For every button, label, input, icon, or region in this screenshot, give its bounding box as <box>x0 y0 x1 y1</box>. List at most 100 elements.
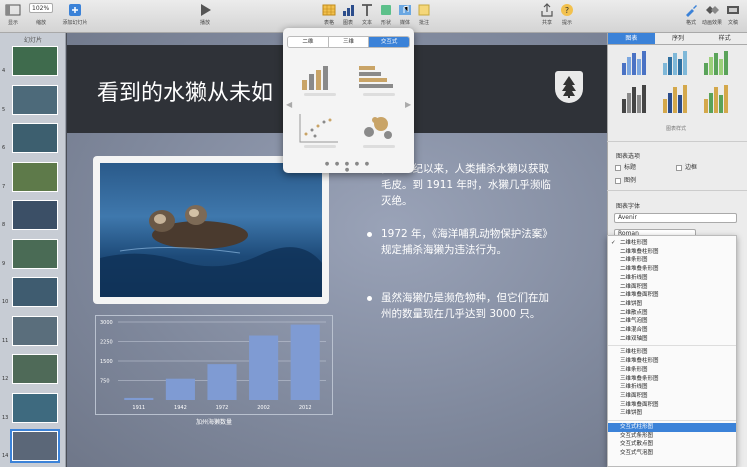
slide-thumbnail[interactable] <box>12 238 58 269</box>
menu-item[interactable]: 二维散点图 <box>608 309 736 318</box>
menu-item[interactable]: 二维面积图 <box>608 283 736 292</box>
menu-item[interactable]: 二维双轴图 <box>608 335 736 344</box>
tips-button[interactable]: ? 提示 <box>552 3 582 26</box>
menu-item[interactable]: 三维折线图 <box>608 383 736 392</box>
menu-item[interactable]: 二维折线图 <box>608 274 736 283</box>
interactive-scatter-chart-option[interactable] <box>296 110 346 150</box>
comment-icon <box>418 4 430 16</box>
add-slide-button[interactable]: 添加幻灯片 <box>60 3 90 26</box>
otter-photo <box>100 163 322 297</box>
y-tick-label: 3000 <box>100 320 113 326</box>
menu-item[interactable]: 三维面积图 <box>608 392 736 401</box>
slide-thumbnail[interactable] <box>12 123 58 153</box>
slide-number: 4 <box>2 68 6 74</box>
x-tick-label: 2002 <box>257 405 270 411</box>
y-tick-label: 2250 <box>100 340 113 346</box>
chart-bar[interactable] <box>124 397 154 400</box>
slide-thumbnail[interactable] <box>10 429 60 463</box>
menu-item[interactable]: 交互式柱形图 <box>608 423 736 432</box>
tab-style[interactable]: 样式 <box>701 33 747 44</box>
document-button[interactable]: 文稿 <box>718 3 747 26</box>
chart-styles-label: 图表样式 <box>666 126 687 132</box>
slide-number: 10 <box>2 299 9 305</box>
bullet-text: 1972 年，《海洋哺乳动物保护法案》 规定捕杀海獭为违法行为。 <box>381 228 553 256</box>
menu-item[interactable]: 二维饼图 <box>608 300 736 309</box>
slide-thumbnail[interactable] <box>12 354 58 384</box>
menu-item[interactable]: 二维堆叠条形图 <box>608 265 736 274</box>
otter-population-chart[interactable]: 3000 2250 1500 750 1911 1942 1972 2002 2012 <box>95 315 333 415</box>
svg-text:?: ? <box>565 6 569 15</box>
view-button[interactable]: 显示 <box>0 3 28 26</box>
page-dots[interactable]: ● ● ● ● ● ● <box>323 161 373 173</box>
previous-arrow-icon[interactable]: ◀ <box>286 100 292 109</box>
tab-interactive[interactable]: 交互式 <box>369 37 409 47</box>
chart-bar[interactable] <box>207 364 237 400</box>
play-button[interactable]: 播放 <box>190 3 220 26</box>
menu-item[interactable]: 二维柱形图 <box>608 239 736 248</box>
slide-thumbnail[interactable] <box>12 200 58 230</box>
menu-item[interactable]: 三维堆叠条形图 <box>608 375 736 384</box>
menu-item[interactable]: 三维堆叠柱形图 <box>608 357 736 366</box>
next-arrow-icon[interactable]: ▶ <box>405 100 411 109</box>
menu-item[interactable]: 二维气泡图 <box>608 317 736 326</box>
checkbox-box <box>615 177 621 184</box>
divider <box>607 190 747 191</box>
interactive-bar-chart-option[interactable] <box>355 58 405 98</box>
title-option-label: 标题 <box>624 164 637 171</box>
x-tick-label: 1942 <box>174 405 187 411</box>
menu-item[interactable]: 交互式条形图 <box>608 432 736 441</box>
title-checkbox[interactable]: 标题 <box>615 162 636 171</box>
menu-item[interactable]: 三维堆叠面积图 <box>608 401 736 410</box>
interactive-column-chart-option[interactable] <box>296 58 346 98</box>
navigator-header: 幻灯片 <box>23 37 42 44</box>
slide-thumbnail[interactable] <box>12 392 58 423</box>
chart-font-label: 图表字体 <box>616 203 641 210</box>
x-tick-label: 2012 <box>299 405 312 411</box>
tab-2d[interactable]: 二维 <box>288 37 329 47</box>
bullet-dot-icon <box>367 232 372 237</box>
menu-item[interactable]: 三维饼图 <box>608 409 736 418</box>
slide-thumbnail[interactable] <box>12 277 58 307</box>
tab-3d[interactable]: 三维 <box>328 37 370 47</box>
interactive-bubble-chart-option[interactable] <box>355 110 405 150</box>
document-label: 文稿 <box>727 20 738 26</box>
slide-thumbnail[interactable] <box>12 46 58 76</box>
bullet-item[interactable]: 虽然海獭仍是濒危物种，但它们在加州的数量现在几乎达到 3000 只。 <box>367 290 557 322</box>
legend-checkbox[interactable]: 图例 <box>615 175 636 184</box>
otter-photo-frame[interactable] <box>93 156 329 304</box>
slide-number: 6 <box>2 145 6 151</box>
menu-item[interactable]: 交互式散点图 <box>608 440 736 449</box>
tab-series[interactable]: 序列 <box>655 33 702 44</box>
menu-item[interactable]: 二维堆叠柱形图 <box>608 248 736 257</box>
tree-badge-icon <box>555 71 583 103</box>
x-tick-label: 1911 <box>132 405 145 411</box>
zoom-select[interactable]: 102% <box>29 3 53 13</box>
chart-svg: 3000 2250 1500 750 1911 1942 1972 2002 2012 <box>100 320 326 411</box>
chart-type-popover: 二维 三维 交互式 ◀ ▶ ● ● ● ● ● ● <box>283 28 414 173</box>
comment-button[interactable]: 批注 <box>409 3 439 26</box>
bullet-item[interactable]: 1972 年，《海洋哺乳动物保护法案》 规定捕杀海獭为违法行为。 <box>367 226 557 258</box>
checkbox-box <box>615 164 621 171</box>
border-checkbox[interactable]: 边框 <box>676 162 697 171</box>
zoom-label-wrap: 缩放 <box>26 17 56 26</box>
menu-item[interactable]: 二维堆叠面积图 <box>608 291 736 300</box>
menu-item[interactable]: 二维混合图 <box>608 326 736 335</box>
slide-thumbnail[interactable] <box>12 315 58 346</box>
menu-item[interactable]: 三维柱形图 <box>608 348 736 357</box>
chart-bar[interactable] <box>165 378 195 400</box>
view-label: 显示 <box>7 20 18 26</box>
menu-item[interactable]: 二维条形图 <box>608 256 736 265</box>
chart-bar[interactable] <box>249 335 279 400</box>
menu-item[interactable]: 三维条形图 <box>608 366 736 375</box>
chart-bar[interactable] <box>290 324 320 400</box>
y-tick-label: 1500 <box>100 359 113 365</box>
slide-number: 14 <box>2 453 9 459</box>
slide-title[interactable]: 看到的水獭从未如 <box>97 75 273 107</box>
chart-style-grid[interactable] <box>618 49 740 119</box>
tab-chart[interactable]: 图表 <box>608 33 655 44</box>
zoom-label: 缩放 <box>35 20 46 26</box>
slide-thumbnail[interactable] <box>12 84 58 115</box>
slide-thumbnail[interactable] <box>12 161 58 192</box>
font-family-select[interactable]: Avenir <box>614 213 737 223</box>
menu-item[interactable]: 交互式气泡图 <box>608 449 736 458</box>
